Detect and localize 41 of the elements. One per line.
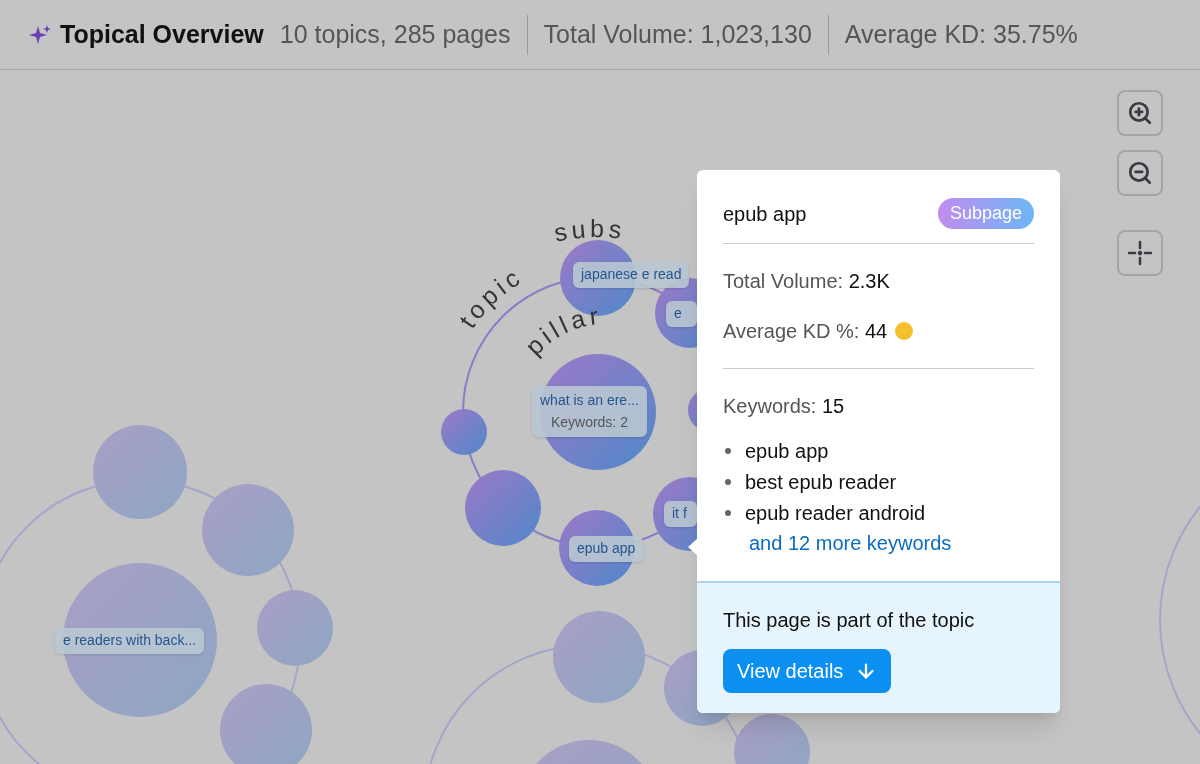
topic-node[interactable]: [441, 409, 487, 455]
node-label[interactable]: epub app: [569, 536, 644, 562]
total-volume: Total Volume: 1,023,130: [543, 18, 812, 50]
center-button[interactable]: [1117, 230, 1163, 276]
page-title: Topical Overview: [60, 18, 264, 50]
footer-text: This page is part of the topic: [723, 608, 975, 633]
zoom-out-button[interactable]: [1117, 150, 1163, 196]
topics-summary: 10 topics, 285 pages: [279, 18, 511, 50]
bullet-icon: [725, 447, 731, 454]
view-details-button[interactable]: View details: [723, 649, 892, 693]
topic-node[interactable]: [220, 684, 312, 764]
node-label[interactable]: what is an ere... Keywords: 2: [532, 386, 647, 437]
keyword-item: epub app: [745, 438, 829, 464]
topic-node[interactable]: [465, 470, 541, 546]
topic-node[interactable]: [93, 425, 187, 519]
popup-title: epub app: [723, 201, 807, 227]
keyword-item: epub reader android: [745, 500, 926, 526]
average-kd: Average KD: 35.75%: [844, 18, 1078, 50]
bullet-icon: [725, 509, 731, 516]
zoom-out-icon: [1127, 160, 1153, 186]
node-keywords: Keywords: 2: [550, 413, 628, 431]
node-label[interactable]: it f: [664, 501, 697, 527]
subpage-badge: Subpage: [937, 198, 1034, 229]
node-label[interactable]: e: [666, 301, 697, 327]
zoom-in-button[interactable]: [1117, 90, 1163, 136]
arc-label: subs: [551, 214, 627, 247]
zoom-in-icon: [1127, 100, 1153, 126]
node-title: what is an ere...: [540, 392, 639, 410]
kd-stat: Average KD %: 44: [723, 319, 888, 344]
node-label[interactable]: e readers with back...: [55, 628, 205, 654]
topic-node[interactable]: [553, 611, 645, 703]
total-volume-stat: Total Volume: 2.3K: [723, 269, 891, 294]
more-keywords-link[interactable]: and 12 more keywords: [749, 528, 1034, 559]
keywords-count: Keywords: 15: [723, 394, 846, 419]
bullet-icon: [725, 478, 731, 485]
topic-node[interactable]: [257, 590, 333, 666]
node-label[interactable]: japanese e read: [573, 262, 690, 288]
keyword-item: best epub reader: [745, 469, 897, 495]
crosshair-icon: [1127, 240, 1153, 266]
topic-node[interactable]: [202, 484, 294, 576]
topic-node[interactable]: [734, 714, 810, 764]
